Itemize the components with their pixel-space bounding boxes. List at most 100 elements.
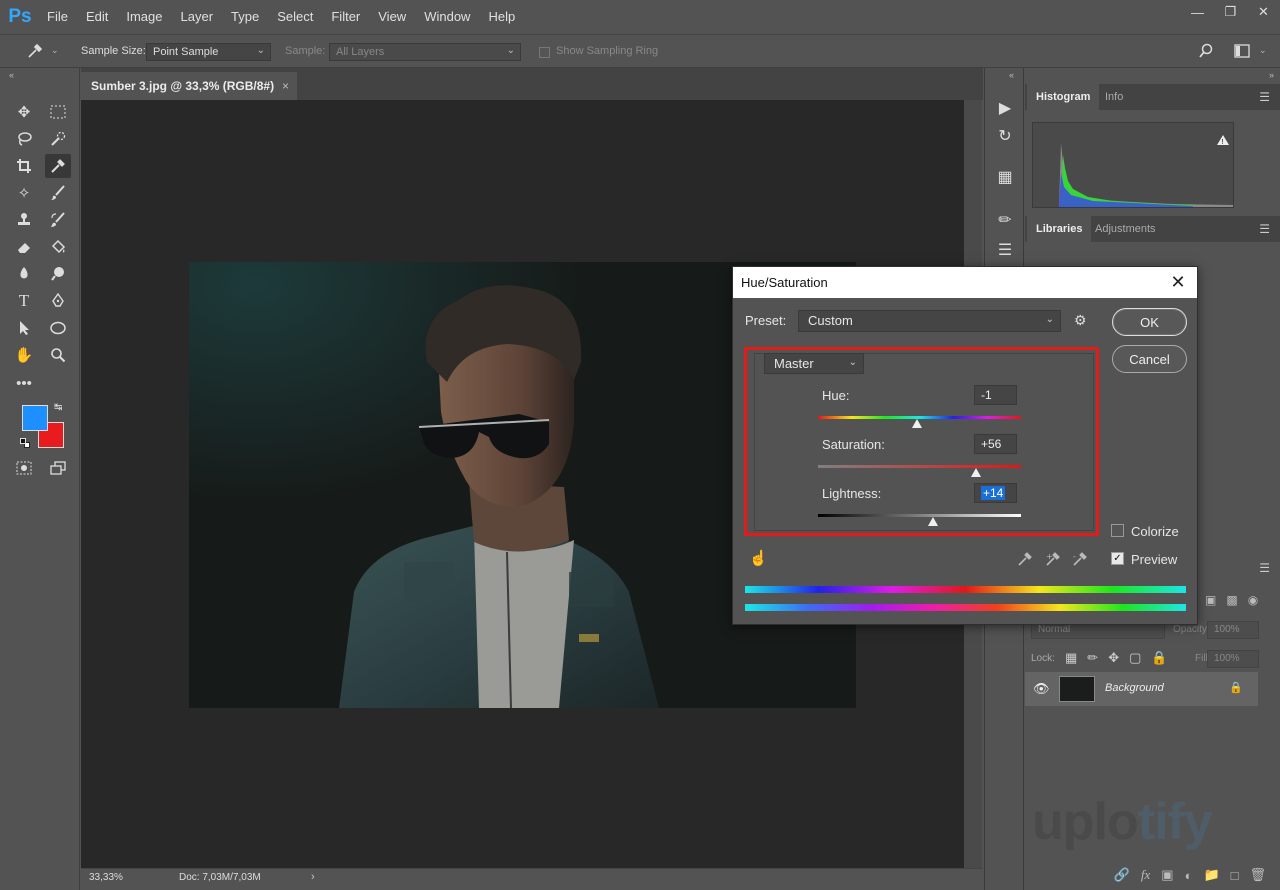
close-tab-icon[interactable]: × — [282, 79, 289, 93]
sample-select[interactable]: All Layers ⌄ — [329, 43, 521, 61]
pen-tool-icon[interactable] — [45, 289, 71, 313]
clone-stamp-tool-icon[interactable] — [11, 208, 37, 232]
collapse-panels-icon[interactable]: » — [1269, 70, 1274, 80]
ok-button[interactable]: OK — [1112, 308, 1187, 336]
status-menu-arrow-icon[interactable]: › — [311, 871, 315, 883]
foreground-color-swatch[interactable] — [22, 405, 48, 431]
lock-artboard-icon[interactable]: ▢ — [1129, 650, 1141, 666]
quick-mask-icon[interactable] — [11, 456, 37, 480]
colorize-checkbox[interactable] — [1111, 524, 1124, 537]
eyedropper-tool-icon[interactable] — [45, 154, 71, 178]
eye-visibility-icon[interactable]: 👁 — [1033, 681, 1050, 697]
delete-layer-icon[interactable]: 🗑 — [1249, 867, 1266, 883]
type-tool-icon[interactable]: T — [11, 289, 37, 313]
lock-position-icon[interactable]: ✥ — [1108, 650, 1119, 666]
menu-type[interactable]: Type — [222, 0, 268, 34]
zoom-tool-icon[interactable] — [45, 343, 71, 367]
lock-transparent-icon[interactable]: ▦ — [1065, 650, 1077, 666]
tab-adjustments[interactable]: Adjustments — [1086, 216, 1165, 242]
filter-icon[interactable]: ▣ — [1205, 593, 1216, 607]
menu-edit[interactable]: Edit — [77, 0, 117, 34]
move-tool-icon[interactable]: ✥ — [11, 100, 37, 124]
menu-image[interactable]: Image — [117, 0, 171, 34]
subtract-from-sample-eyedropper-icon[interactable]: - — [1072, 551, 1092, 569]
close-window-button[interactable]: ✕ — [1247, 0, 1280, 24]
chevron-down-icon[interactable]: ⌄ — [1259, 45, 1267, 56]
path-selection-tool-icon[interactable] — [11, 316, 37, 340]
close-icon[interactable]: ✕ — [1167, 271, 1189, 293]
new-layer-icon[interactable]: □ — [1231, 868, 1239, 883]
hand-tool-icon[interactable]: ✋ — [11, 343, 37, 367]
add-mask-icon[interactable]: ▣ — [1161, 867, 1173, 883]
history-icon[interactable]: ↻ — [993, 124, 1017, 148]
properties-icon[interactable]: ☰ — [993, 238, 1017, 262]
lock-all-icon[interactable]: 🔒 — [1151, 650, 1167, 666]
menu-file[interactable]: File — [38, 0, 77, 34]
add-to-sample-eyedropper-icon[interactable]: + — [1045, 551, 1065, 569]
menu-help[interactable]: Help — [479, 0, 524, 34]
layer-row[interactable]: 👁 Background 🔒 — [1025, 672, 1258, 706]
menu-layer[interactable]: Layer — [172, 0, 223, 34]
link-layers-icon[interactable]: 🔗 — [1114, 867, 1130, 883]
fill-input[interactable]: 100% — [1207, 650, 1259, 668]
brush-tool-icon[interactable] — [45, 181, 71, 205]
collapse-panel-icon[interactable]: « — [9, 70, 14, 80]
tab-histogram[interactable]: Histogram — [1027, 84, 1100, 110]
lock-icon[interactable]: 🔒 — [1229, 681, 1243, 694]
menu-select[interactable]: Select — [268, 0, 322, 34]
default-colors-icon[interactable] — [20, 438, 30, 448]
dodge-tool-icon[interactable] — [45, 262, 71, 286]
preset-options-gear-icon[interactable]: ⚙ — [1074, 312, 1087, 329]
new-group-icon[interactable]: 📁 — [1203, 867, 1219, 883]
history-brush-tool-icon[interactable] — [45, 208, 71, 232]
swap-colors-icon[interactable]: ↹ — [54, 402, 62, 413]
preset-label: Preset: — [745, 313, 787, 328]
3d-icon[interactable]: ▦ — [993, 165, 1017, 189]
brushes-icon[interactable]: ✏ — [993, 208, 1017, 232]
menu-window[interactable]: Window — [415, 0, 479, 34]
opacity-input[interactable]: 100% — [1207, 621, 1259, 639]
paint-bucket-tool-icon[interactable] — [45, 235, 71, 259]
blur-tool-icon[interactable] — [11, 262, 37, 286]
collapse-dock-icon[interactable]: « — [1009, 70, 1014, 80]
document-tab[interactable]: Sumber 3.jpg @ 33,3% (RGB/8#) × — [81, 72, 297, 100]
fx-icon[interactable]: fx — [1141, 867, 1150, 883]
eyedropper-icon[interactable] — [1017, 551, 1037, 569]
minimize-button[interactable]: — — [1181, 0, 1214, 24]
menu-filter[interactable]: Filter — [322, 0, 369, 34]
marquee-tool-icon[interactable] — [45, 100, 71, 124]
eraser-tool-icon[interactable] — [11, 235, 37, 259]
smart-object-icon[interactable]: ▩ — [1226, 593, 1237, 607]
show-sampling-ring-checkbox[interactable] — [539, 47, 550, 58]
play-actions-icon[interactable]: ▶ — [993, 96, 1017, 120]
zoom-level[interactable]: 33,33% — [89, 872, 123, 883]
adjustment-layer-icon[interactable]: ◐ — [1185, 868, 1193, 883]
preview-checkbox[interactable]: ✓ — [1111, 552, 1124, 565]
layer-name[interactable]: Background — [1105, 682, 1164, 694]
sample-size-select[interactable]: Point Sample ⌄ — [146, 43, 271, 61]
on-image-adjust-hand-icon[interactable]: ☝ — [749, 549, 768, 567]
search-icon[interactable] — [1193, 39, 1219, 63]
layers-panel-menu-icon[interactable]: ☰ — [1259, 561, 1270, 575]
menu-view[interactable]: View — [369, 0, 415, 34]
crop-tool-icon[interactable] — [11, 154, 37, 178]
quick-selection-tool-icon[interactable] — [45, 127, 71, 151]
workspace-icon[interactable] — [1229, 39, 1255, 63]
chevron-down-icon[interactable]: ⌄ — [51, 45, 59, 56]
healing-tool-icon[interactable]: ✧ — [11, 181, 37, 205]
tab-libraries[interactable]: Libraries — [1027, 216, 1092, 242]
panel-menu-icon[interactable]: ☰ — [1259, 222, 1270, 236]
eyedropper-tool-preset-icon[interactable] — [22, 39, 48, 63]
panel-menu-icon[interactable]: ☰ — [1259, 90, 1270, 104]
screen-mode-icon[interactable] — [45, 456, 71, 480]
tab-info[interactable]: Info — [1096, 84, 1132, 110]
lasso-tool-icon[interactable] — [11, 127, 37, 151]
lock-image-icon[interactable]: ✏ — [1087, 650, 1098, 666]
restore-button[interactable]: ❐ — [1214, 0, 1247, 24]
more-tools-icon[interactable]: ••• — [11, 371, 37, 395]
ellipse-tool-icon[interactable] — [45, 316, 71, 340]
cancel-button[interactable]: Cancel — [1112, 345, 1187, 373]
preset-select[interactable]: Custom ⌄ — [798, 310, 1061, 332]
filter-toggle-icon[interactable]: ◉ — [1248, 593, 1258, 607]
dialog-title-bar[interactable]: Hue/Saturation — [733, 267, 1197, 298]
